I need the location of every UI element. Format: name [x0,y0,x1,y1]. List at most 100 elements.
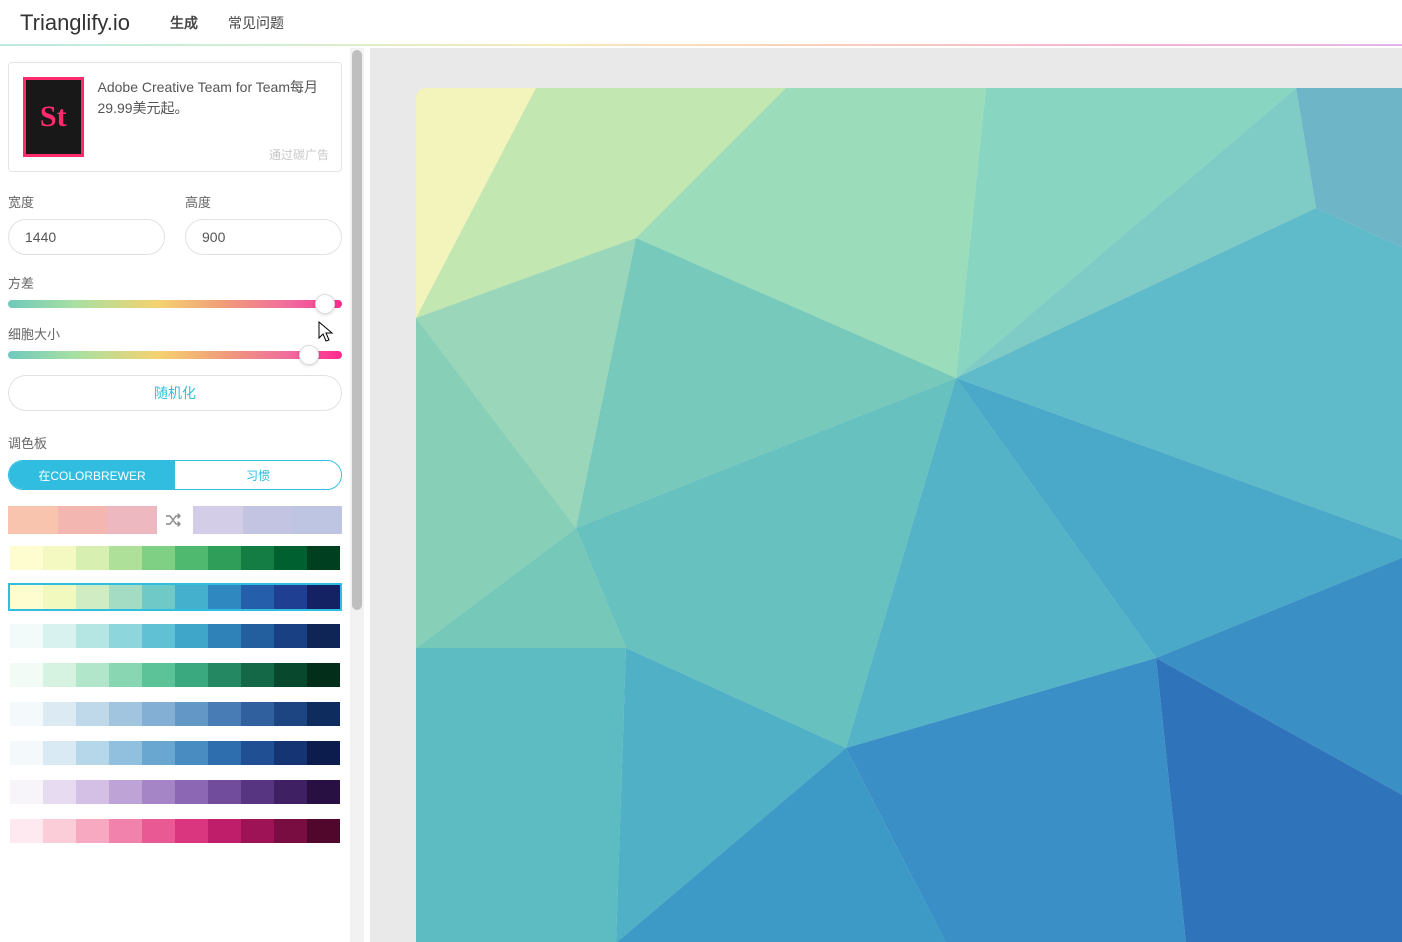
palette-swatch [307,663,340,687]
palette-swatch [307,702,340,726]
palette-swatch [208,624,241,648]
nav-faq[interactable]: 常见问题 [228,13,284,33]
palette-swatch [241,546,274,570]
palette-swatch [109,702,142,726]
preview-canvas[interactable] [416,88,1402,942]
palette-row[interactable] [8,739,342,767]
palette-swatch [10,585,43,609]
seg-colorbrewer[interactable]: 在COLORBREWER [9,461,175,489]
width-input[interactable] [8,219,165,255]
palette-swatch [175,780,208,804]
palette-swatch [142,780,175,804]
nav-generate[interactable]: 生成 [170,13,198,33]
palette-swatch [43,546,76,570]
height-label: 高度 [185,192,342,211]
palette-swatch [10,702,43,726]
palette-swatch [10,624,43,648]
palette-swatch [208,702,241,726]
width-label: 宽度 [8,192,165,211]
seg-custom[interactable]: 习惯 [175,461,341,489]
palette-swatch [175,741,208,765]
palette-swatch [76,663,109,687]
palette-swatch [208,663,241,687]
height-input[interactable] [185,219,342,255]
palette-swatch [307,741,340,765]
palette-swatch [208,780,241,804]
palette-swatch [76,624,109,648]
palette-swatch [43,819,76,843]
preview-area [370,48,1402,942]
cellsize-label: 细胞大小 [8,324,342,343]
palette-swatch [43,624,76,648]
palette-row[interactable] [8,778,342,806]
sidebar: St Adobe Creative Team for Team每月29.99美元… [0,48,370,942]
sidebar-scroll-thumb[interactable] [352,50,362,610]
palette-swatch [274,624,307,648]
palette-swatch [76,702,109,726]
palette-swatch [208,819,241,843]
palette-swatch [274,585,307,609]
palette-swatch [10,819,43,843]
palette-swatch [274,780,307,804]
palette-swatch [274,546,307,570]
ad-logo: St [23,77,84,157]
variance-slider[interactable] [8,300,342,308]
shuffle-swatch [243,506,293,534]
brand-title[interactable]: Trianglify.io [10,10,140,36]
palette-swatch [175,585,208,609]
palette-swatch [307,624,340,648]
palette-swatch [76,780,109,804]
palette-swatch [241,819,274,843]
palette-swatch [109,585,142,609]
palette-swatch [109,741,142,765]
palette-swatch [10,741,43,765]
palette-row[interactable] [8,661,342,689]
palette-swatch [208,585,241,609]
palette-swatch [241,702,274,726]
cellsize-thumb[interactable] [299,345,319,365]
ad-note[interactable]: 通过碳广告 [269,146,329,163]
cellsize-slider[interactable] [8,351,342,359]
palette-swatch [10,780,43,804]
ad-card[interactable]: St Adobe Creative Team for Team每月29.99美元… [8,62,342,172]
palette-swatch [43,780,76,804]
palette-row[interactable] [8,583,342,611]
palette-swatch [142,624,175,648]
palette-swatch [142,546,175,570]
palette-swatch [109,546,142,570]
palette-swatch [109,663,142,687]
palette-swatch [241,624,274,648]
palette-swatch [43,702,76,726]
shuffle-palette-row[interactable] [8,506,342,534]
ad-text: Adobe Creative Team for Team每月29.99美元起。 [98,77,327,157]
palette-row[interactable] [8,700,342,728]
palette-swatch [76,741,109,765]
shuffle-swatch [107,506,157,534]
shuffle-icon[interactable] [157,506,193,534]
palette-swatch [274,663,307,687]
sidebar-scrollbar[interactable] [350,48,364,942]
app-header: Trianglify.io 生成 常见问题 [0,0,1402,48]
shuffle-swatch [193,506,243,534]
palette-swatch [142,819,175,843]
palette-swatch [175,624,208,648]
palette-swatch [307,585,340,609]
palette-swatch [307,780,340,804]
palette-row[interactable] [8,544,342,572]
palette-swatch [175,663,208,687]
palette-swatch [142,741,175,765]
variance-label: 方差 [8,273,342,292]
palette-swatch [307,546,340,570]
palette-swatch [208,546,241,570]
palette-row[interactable] [8,622,342,650]
palette-swatch [76,819,109,843]
palette-swatch [10,663,43,687]
randomize-button[interactable]: 随机化 [8,375,342,411]
palette-swatch [274,702,307,726]
palette-swatch [76,546,109,570]
shuffle-swatch [58,506,108,534]
variance-thumb[interactable] [315,294,335,314]
palette-swatch [307,819,340,843]
palette-swatch [43,585,76,609]
palette-row[interactable] [8,817,342,845]
